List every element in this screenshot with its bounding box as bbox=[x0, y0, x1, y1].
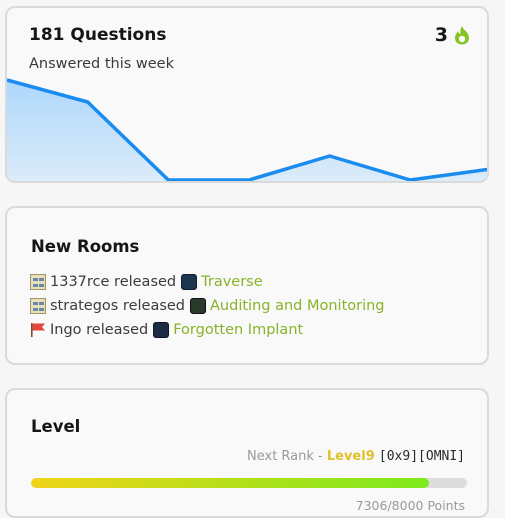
room-release-item: Ingo released Forgotten Implant bbox=[30, 318, 385, 342]
next-rank-tag: [0x9][OMNI] bbox=[378, 449, 465, 464]
level-progress-fill bbox=[31, 478, 430, 488]
next-rank-prefix: Next Rank - bbox=[247, 449, 327, 464]
level-progress-bar bbox=[31, 478, 467, 488]
flag-icon bbox=[30, 322, 46, 338]
sparkline-area bbox=[7, 80, 487, 181]
room-link-auditing-and-monitoring[interactable]: Auditing and Monitoring bbox=[210, 298, 385, 314]
new-rooms-card: New Rooms 1337rce released Traverse stra… bbox=[5, 206, 489, 365]
streak-badge: 3 bbox=[435, 24, 471, 46]
user-badge-icon bbox=[30, 274, 46, 290]
level-title: Level bbox=[31, 417, 81, 436]
room-release-item: strategos released Auditing and Monitori… bbox=[30, 294, 385, 318]
release-text: strategos released bbox=[50, 298, 186, 314]
room-thumbnail-icon bbox=[181, 274, 198, 290]
release-text: Ingo released bbox=[50, 322, 149, 338]
room-link-forgotten-implant[interactable]: Forgotten Implant bbox=[173, 322, 303, 338]
points-progress-text: 7306/8000 Points bbox=[355, 498, 465, 513]
streak-count: 3 bbox=[434, 24, 448, 46]
next-rank-level: Level9 bbox=[326, 449, 375, 464]
new-rooms-list: 1337rce released Traverse strategos rele… bbox=[30, 270, 385, 342]
release-text: 1337rce released bbox=[50, 274, 177, 290]
level-card: Level Next Rank - Level9 [0x9][OMNI] 730… bbox=[5, 388, 489, 518]
new-rooms-title: New Rooms bbox=[31, 237, 140, 256]
room-thumbnail-icon bbox=[190, 298, 207, 314]
room-release-item: 1337rce released Traverse bbox=[30, 270, 385, 294]
next-rank-label: Next Rank - Level9 [0x9][OMNI] bbox=[247, 449, 465, 464]
questions-subtitle: Answered this week bbox=[29, 56, 174, 72]
room-link-traverse[interactable]: Traverse bbox=[201, 274, 263, 290]
questions-card: 181 Questions Answered this week 3 bbox=[5, 6, 489, 183]
user-badge-icon bbox=[30, 298, 46, 314]
questions-count-title: 181 Questions bbox=[29, 25, 167, 45]
room-thumbnail-icon bbox=[153, 322, 170, 338]
flame-icon bbox=[455, 26, 469, 45]
